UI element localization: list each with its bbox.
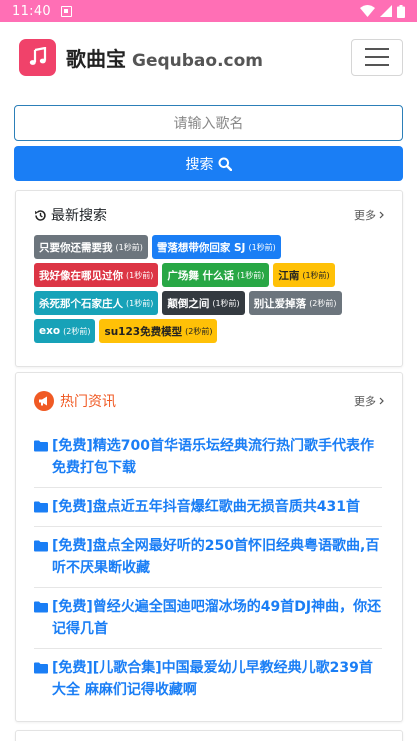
search-tag[interactable]: 颠倒之间 (1秒前) <box>162 291 245 315</box>
tag-time: (1秒前) <box>126 298 154 308</box>
news-item[interactable]: [免费]盘点近五年抖音爆红歌曲无损音质共431首 <box>34 488 382 527</box>
recent-more-label: 更多 <box>354 209 376 222</box>
hamburger-line <box>365 48 389 50</box>
tag-time: (1秒前) <box>115 242 143 252</box>
recent-tags: 只要你还需要我 (1秒前) 雪落想带你回家 SJ (1秒前) 我好像在哪见过你 (1秒… <box>34 235 374 343</box>
status-time: 11:40 <box>12 3 51 19</box>
news-more-label: 更多 <box>354 395 376 408</box>
status-icons <box>360 4 405 18</box>
tag-time: (2秒前) <box>309 298 337 308</box>
search-input[interactable]: 请输入歌名 <box>14 105 403 141</box>
folder-icon <box>34 440 48 452</box>
news-item[interactable]: [免费]曾经火遍全国迪吧溜冰场的49首DJ神曲，你还记得几首 <box>34 588 382 649</box>
search-tag[interactable]: 雪落想带你回家 SJ (1秒前) <box>151 235 281 259</box>
tag-text: 只要你还需要我 <box>39 241 113 254</box>
news-item-text: [免费]盘点近五年抖音爆红歌曲无损音质共431首 <box>52 499 361 515</box>
history-icon <box>34 209 46 221</box>
folder-icon <box>34 501 48 513</box>
tag-text: 我好像在哪见过你 <box>39 269 123 282</box>
logo[interactable] <box>19 38 56 76</box>
search-tag[interactable]: su123免费模型 (2秒前) <box>99 319 218 343</box>
music-note-icon <box>29 47 46 65</box>
folder-icon <box>34 601 48 613</box>
tag-time: (1秒前) <box>126 270 154 280</box>
search-tag[interactable]: 广场舞 什么话 (1秒前) <box>162 263 270 287</box>
hot-news-title: 热门资讯 <box>60 394 116 410</box>
tag-text: 别让爱掉落 <box>253 297 307 310</box>
search-button[interactable]: 搜索 <box>14 146 403 181</box>
recent-more-link[interactable]: 更多 <box>354 207 384 223</box>
search-tag[interactable]: exo (2秒前) <box>34 319 96 343</box>
brand-name: 歌曲宝 <box>66 46 126 71</box>
news-item-text: [免费]曾经火遍全国迪吧溜冰场的49首DJ神曲，你还记得几首 <box>52 599 382 637</box>
tag-time: (2秒前) <box>63 326 91 336</box>
tag-time: (2秒前) <box>185 326 213 336</box>
wifi-icon <box>360 5 375 17</box>
battery-icon <box>397 4 405 18</box>
search-icon <box>218 157 232 171</box>
news-item-text: [免费][儿歌合集]中国最爱幼儿早教经典儿歌239首大全 麻麻们记得收藏啊 <box>52 660 373 698</box>
notification-icon <box>60 5 72 17</box>
chevron-right-icon <box>379 211 384 219</box>
tag-text: 江南 <box>278 269 300 282</box>
news-item[interactable]: [免费]精选700首华语乐坛经典流行热门歌手代表作免费打包下载 <box>34 427 382 488</box>
next-card <box>15 730 403 741</box>
tag-text: 广场舞 什么话 <box>167 269 234 282</box>
hamburger-line <box>365 64 389 66</box>
brand-domain: Gequbao.com <box>132 50 264 71</box>
hamburger-line <box>365 56 389 58</box>
search-placeholder: 请输入歌名 <box>173 116 244 132</box>
news-item-text: [免费]盘点全网最好听的250首怀旧经典粤语歌曲,百听不厌果断收藏 <box>52 538 380 576</box>
tag-time: (1秒前) <box>248 242 276 252</box>
tag-text: su123免费模型 <box>104 325 183 338</box>
tag-text: exo <box>39 325 61 337</box>
search-tag[interactable]: 杀死那个石家庄人 (1秒前) <box>34 291 159 315</box>
recent-search-title: 最新搜索 <box>51 208 107 224</box>
search-button-label: 搜索 <box>185 156 214 173</box>
megaphone-icon <box>34 391 54 411</box>
chevron-right-icon <box>379 397 384 405</box>
search-tag[interactable]: 江南 (1秒前) <box>273 263 335 287</box>
tag-text: 雪落想带你回家 SJ <box>156 241 246 254</box>
tag-time: (1秒前) <box>302 270 330 280</box>
recent-search-header: 最新搜索 更多 <box>34 205 384 225</box>
tag-time: (1秒前) <box>237 270 265 280</box>
status-bar: 11:40 <box>0 0 417 22</box>
tag-text: 杀死那个石家庄人 <box>39 297 123 310</box>
menu-toggle-button[interactable] <box>351 38 403 76</box>
folder-icon <box>34 540 48 552</box>
hot-news-header: 热门资讯 更多 <box>34 391 384 411</box>
news-item[interactable]: [免费][儿歌合集]中国最爱幼儿早教经典儿歌239首大全 麻麻们记得收藏啊 <box>34 649 382 709</box>
hot-news-card: 热门资讯 更多 [免费]精选700首华语乐坛经典流行热门歌手代表作免费打包下载 … <box>15 372 403 722</box>
folder-icon <box>34 662 48 674</box>
recent-search-card: 最新搜索 更多 只要你还需要我 (1秒前) 雪落想带你回家 SJ (1秒前) 我好像… <box>15 190 403 367</box>
search-tag[interactable]: 只要你还需要我 (1秒前) <box>34 235 148 259</box>
tag-time: (1秒前) <box>212 298 240 308</box>
brand[interactable]: 歌曲宝 Gequbao.com <box>66 43 263 72</box>
search-tag[interactable]: 我好像在哪见过你 (1秒前) <box>34 263 159 287</box>
navbar: 歌曲宝 Gequbao.com <box>0 22 417 92</box>
signal-icon <box>380 5 392 17</box>
main-content: 请输入歌名 搜索 最新搜索 更多 只要你还需要我 (1秒前) 雪落想带你回家 SJ… <box>0 92 417 741</box>
news-list: [免费]精选700首华语乐坛经典流行热门歌手代表作免费打包下载 [免费]盘点近五… <box>34 427 382 709</box>
news-more-link[interactable]: 更多 <box>354 393 384 409</box>
tag-text: 颠倒之间 <box>167 297 210 310</box>
news-item-text: [免费]精选700首华语乐坛经典流行热门歌手代表作免费打包下载 <box>52 438 375 476</box>
news-item[interactable]: [免费]盘点全网最好听的250首怀旧经典粤语歌曲,百听不厌果断收藏 <box>34 527 382 588</box>
search-tag[interactable]: 别让爱掉落 (2秒前) <box>248 291 342 315</box>
